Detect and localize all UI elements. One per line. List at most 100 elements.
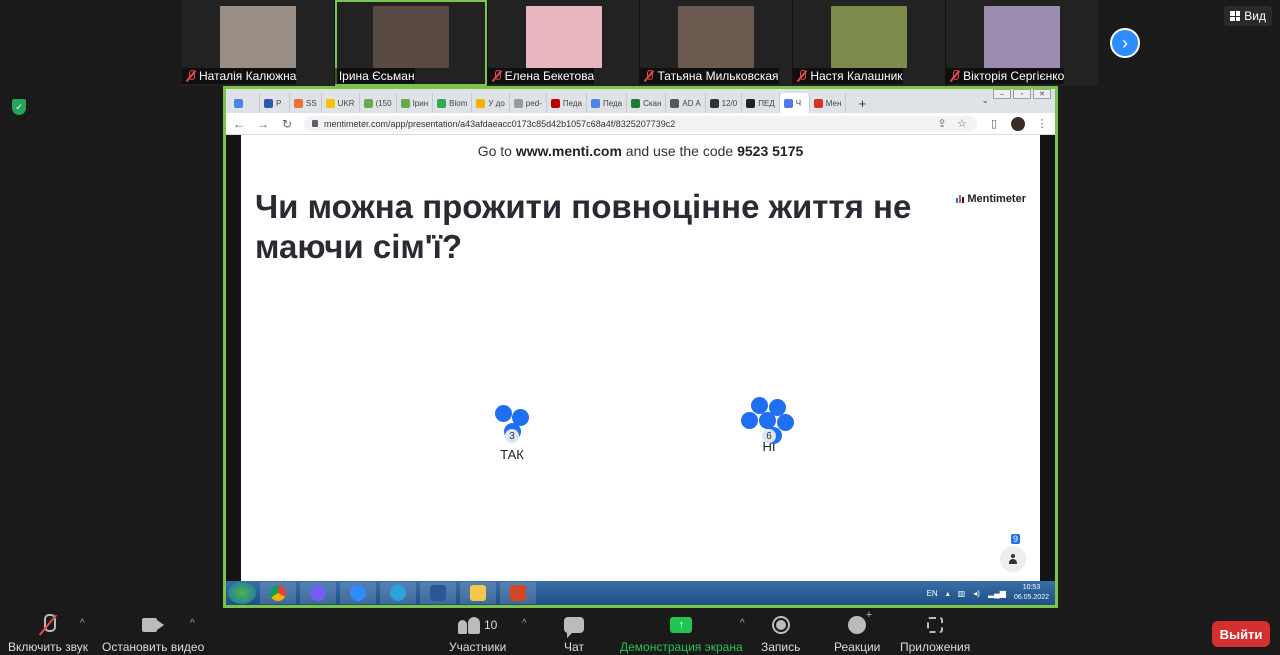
tab-favicon-icon	[437, 98, 447, 108]
minimize-icon[interactable]: –	[993, 89, 1011, 99]
tab-favicon-icon	[813, 98, 823, 108]
join-site: www.menti.com	[515, 143, 622, 159]
join-prefix: Go to	[477, 143, 512, 159]
new-tab-plus-icon[interactable]: +	[852, 93, 872, 113]
browser-tab[interactable]: AD A	[666, 93, 706, 113]
network-icon[interactable]: ▥	[958, 589, 966, 598]
tab-title: Biom	[449, 98, 468, 108]
word-taskbar-icon[interactable]	[420, 582, 456, 604]
participants-button[interactable]: 10 Участники	[449, 614, 506, 654]
reactions-button[interactable]: Реакции	[834, 609, 881, 654]
participant-video	[219, 6, 296, 68]
record-label: Запись	[761, 640, 801, 654]
shared-screen: P SS UKR (150 Ірин Biom У до ped- Педа Педа Скан AD…	[223, 86, 1058, 608]
side-panel-icon[interactable]: ▯	[987, 117, 1001, 130]
browser-tab[interactable]: Педа	[587, 93, 628, 113]
participants-options-caret-icon[interactable]: ^	[522, 618, 527, 629]
tab-favicon-icon	[400, 98, 410, 108]
browser-tab[interactable]: SS	[290, 93, 322, 113]
browser-toolbar: ← → ↻ mentimeter.com/app/presentation/a4…	[226, 113, 1055, 135]
record-button[interactable]: Запись	[761, 614, 800, 654]
forward-arrow-icon[interactable]: →	[256, 117, 270, 131]
share-page-icon[interactable]: ⇪	[935, 117, 949, 130]
tab-favicon-icon	[363, 98, 373, 108]
bookmark-star-icon[interactable]: ☆	[955, 117, 969, 130]
tab-title: SS	[306, 98, 317, 108]
participant-namebar: Ірина Єсьман	[334, 68, 415, 84]
powerpoint-taskbar-icon[interactable]	[500, 582, 536, 604]
participant-tile[interactable]: Елена Бекетова	[487, 0, 640, 86]
vote-dot	[777, 414, 794, 431]
join-code: 9523 5175	[737, 143, 804, 159]
vote-dot	[495, 405, 512, 422]
browser-tab[interactable]: Педа	[547, 93, 587, 113]
browser-tab[interactable]: ПЕД	[742, 93, 780, 113]
video-options-caret-icon[interactable]: ^	[190, 618, 195, 629]
stop-video-label: Остановить видео	[102, 640, 205, 654]
volume-icon[interactable]: ◂)	[973, 589, 980, 598]
url-text: mentimeter.com/app/presentation/a43afdae…	[324, 118, 676, 129]
windows-taskbar: EN ▴ ▥ ◂) ▂▄▆ 10:53 06.05.2022	[226, 581, 1055, 605]
leave-button[interactable]: Выйти	[1212, 621, 1270, 647]
browser-tab[interactable]: P	[260, 93, 290, 113]
participant-tile[interactable]: Наталія Калюжна	[182, 0, 334, 86]
browser-tab[interactable]: Ірин	[397, 93, 434, 113]
unmute-button[interactable]: Включить звук	[8, 614, 88, 654]
next-page-button[interactable]: ›	[1110, 28, 1140, 58]
stop-video-button[interactable]: Остановить видео	[102, 614, 204, 654]
browser-tab[interactable]: (150	[360, 93, 397, 113]
participant-tile[interactable]: Татьяна Мильковская	[640, 0, 793, 86]
share-options-caret-icon[interactable]: ^	[740, 618, 745, 629]
audio-options-caret-icon[interactable]: ^	[80, 618, 85, 629]
person-icon	[1009, 554, 1017, 564]
start-button-icon[interactable]	[228, 582, 256, 604]
back-arrow-icon[interactable]: ←	[232, 117, 246, 131]
share-screen-button[interactable]: ↑ Демонстрация экрана	[620, 614, 743, 654]
browser-tab[interactable]	[230, 93, 260, 113]
participant-tile-active-speaker[interactable]: Ірина Єсьман	[334, 0, 487, 86]
clock-time: 10:53	[1022, 584, 1041, 591]
participant-tile[interactable]: Вікторія Сергієнко	[946, 0, 1098, 86]
participant-strip: Наталія Калюжна Ірина Єсьман Елена Бекет…	[182, 0, 1098, 86]
camera-icon	[142, 618, 165, 632]
tab-favicon-icon	[550, 98, 560, 108]
address-bar[interactable]: mentimeter.com/app/presentation/a43afdae…	[304, 115, 977, 132]
reactions-label: Реакции	[834, 640, 881, 654]
presentation-area: Go to www.menti.com and use the code 952…	[226, 135, 1055, 584]
chat-button[interactable]: Чат	[564, 614, 584, 654]
tab-search-icon[interactable]: ⌄	[981, 95, 989, 106]
maximize-icon[interactable]: ▫	[1013, 89, 1031, 99]
participants-icon	[457, 616, 480, 634]
apps-button[interactable]: Приложения	[900, 614, 970, 654]
explorer-taskbar-icon[interactable]	[460, 582, 496, 604]
zoom-taskbar-icon[interactable]	[340, 582, 376, 604]
tray-arrow-icon[interactable]: ▴	[946, 589, 950, 598]
view-button[interactable]: Вид	[1224, 6, 1272, 26]
browser-tab[interactable]: Ч	[779, 93, 810, 113]
taskbar-clock[interactable]: 10:53 06.05.2022	[1014, 583, 1049, 603]
security-shield-icon[interactable]: ✓	[12, 99, 26, 115]
chrome-taskbar-icon[interactable]	[260, 582, 296, 604]
profile-avatar[interactable]	[1011, 116, 1025, 131]
question-title: Чи можна прожити повноцінне життя не маю…	[255, 188, 912, 265]
reload-icon[interactable]: ↻	[280, 117, 294, 131]
browser-tab-bar: P SS UKR (150 Ірин Biom У до ped- Педа Педа Скан AD…	[226, 89, 1055, 113]
language-indicator[interactable]: EN	[927, 589, 938, 598]
telegram-taskbar-icon[interactable]	[380, 582, 416, 604]
browser-tab[interactable]: Biom	[433, 93, 473, 113]
browser-tab[interactable]: Мен	[810, 93, 847, 113]
close-icon[interactable]: ✕	[1033, 89, 1051, 99]
share-screen-icon: ↑	[670, 617, 693, 633]
tab-favicon-icon	[631, 98, 641, 108]
signal-icon[interactable]: ▂▄▆	[988, 589, 1006, 598]
voters-indicator: 9	[1000, 534, 1026, 572]
browser-tab[interactable]: ped-	[510, 93, 547, 113]
browser-tab[interactable]: У до	[472, 93, 510, 113]
browser-tab[interactable]: UKR	[322, 93, 360, 113]
viber-taskbar-icon[interactable]	[300, 582, 336, 604]
participant-tile[interactable]: Настя Калашник	[793, 0, 946, 86]
browser-tab[interactable]: 12/0	[706, 93, 743, 113]
more-menu-icon[interactable]: ⋮	[1035, 117, 1049, 130]
browser-tab[interactable]: Скан	[627, 93, 667, 113]
vote-dot	[741, 412, 758, 429]
